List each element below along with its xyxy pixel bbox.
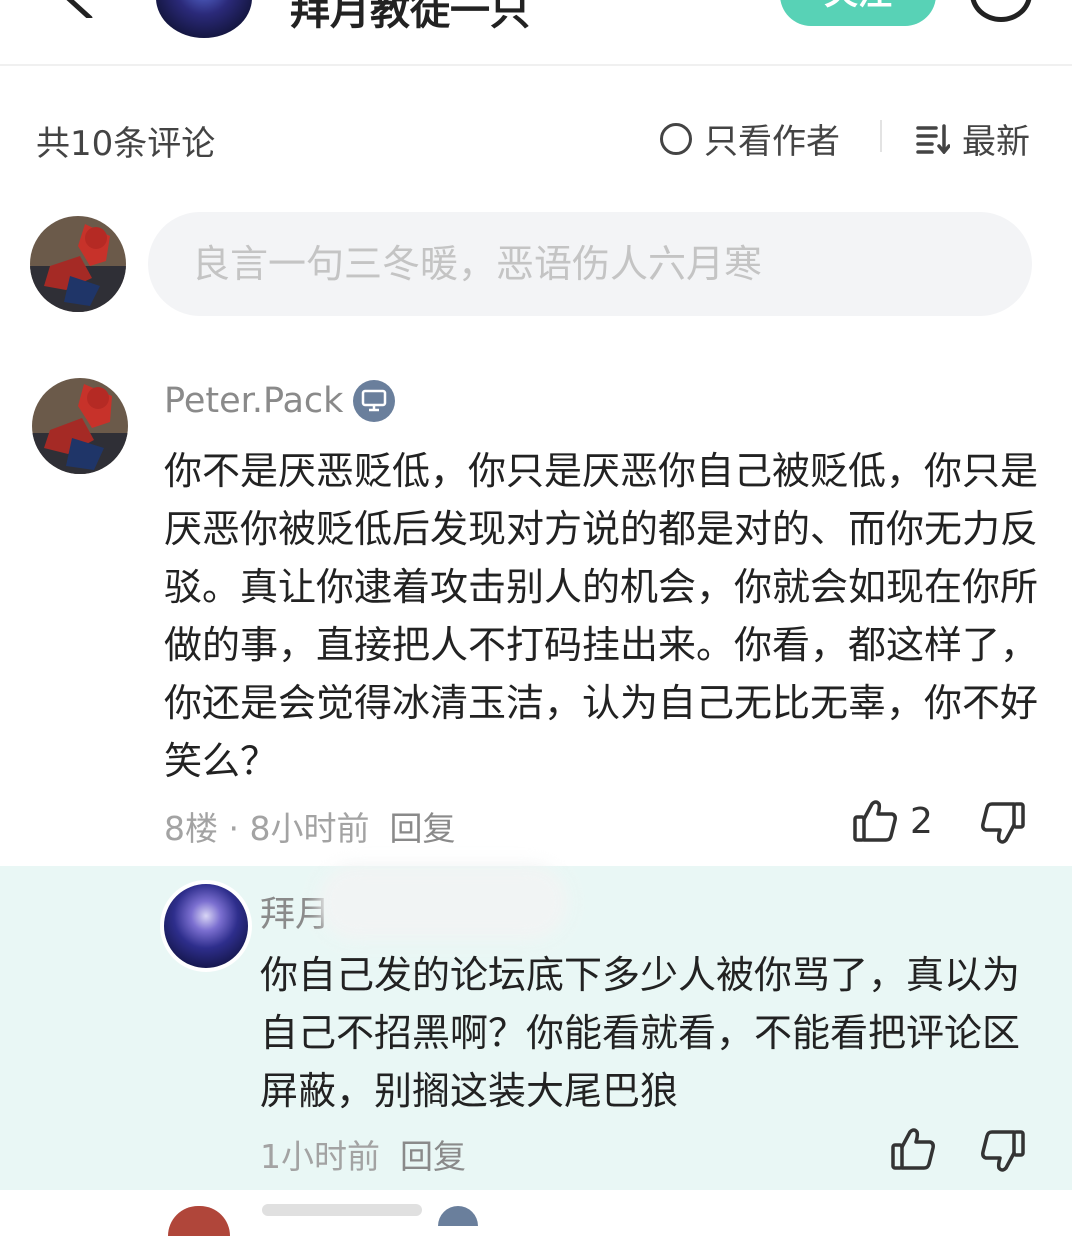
more-icon[interactable] [970, 0, 1032, 22]
reply-meta: 1小时前 回复 [260, 1130, 466, 1178]
like-button[interactable]: 2 [852, 798, 933, 844]
commenter-avatar[interactable] [32, 378, 128, 474]
thumbs-down-icon[interactable] [980, 1128, 1026, 1174]
radio-circle-icon [660, 122, 692, 155]
next-commenter-name-placeholder [262, 1204, 422, 1216]
comment-count: 共10条评论 [36, 124, 216, 164]
back-chevron-icon[interactable] [60, 0, 100, 18]
replier-avatar[interactable] [160, 880, 252, 972]
commenter-username-row: Peter.Pack [164, 380, 396, 422]
author-avatar[interactable] [156, 0, 252, 38]
follow-button[interactable]: 关注 [780, 0, 936, 26]
author-name[interactable]: 拜月教徒一只 [290, 0, 530, 36]
thumbs-up-icon[interactable] [890, 1126, 936, 1172]
comment-meta: 8楼 · 8小时前 回复 [164, 802, 455, 850]
computer-badge-icon [353, 380, 396, 422]
sort-label: 最新 [962, 122, 1030, 162]
reply-reply-button[interactable]: 回复 [400, 1137, 466, 1176]
sort-list-icon [916, 123, 950, 154]
reply-button[interactable]: 回复 [389, 809, 455, 848]
next-commenter-avatar[interactable] [168, 1206, 230, 1236]
like-count: 2 [910, 800, 933, 842]
thumbs-down-icon[interactable] [980, 800, 1026, 846]
reply-time: 1小时前 [260, 1137, 380, 1176]
comment-text: 你不是厌恶贬低，你只是厌恶你自己被贬低，你只是厌恶你被贬低后发现对方说的都是对的… [164, 449, 1039, 783]
comment-floor-time: 8楼 · 8小时前 [164, 809, 370, 848]
blurred-name-overlay [318, 864, 568, 940]
reply-text: 你自己发的论坛底下多少人被你骂了，真以为自己不招黑啊？你能看就看，不能看把评论区… [260, 953, 1021, 1113]
comment-input[interactable] [148, 212, 1032, 316]
computer-badge-icon [438, 1206, 478, 1226]
divider [880, 120, 882, 152]
my-avatar[interactable] [30, 216, 126, 312]
thumbs-up-icon [853, 800, 897, 842]
follow-label: 关注 [824, 0, 892, 14]
top-bar: 拜月教徒一只 关注 [0, 0, 1072, 66]
sort-button[interactable]: 最新 [916, 114, 1030, 163]
author-only-label: 只看作者 [704, 122, 840, 162]
commenter-username[interactable]: Peter.Pack [164, 381, 343, 421]
author-only-toggle[interactable]: 只看作者 [660, 114, 840, 163]
